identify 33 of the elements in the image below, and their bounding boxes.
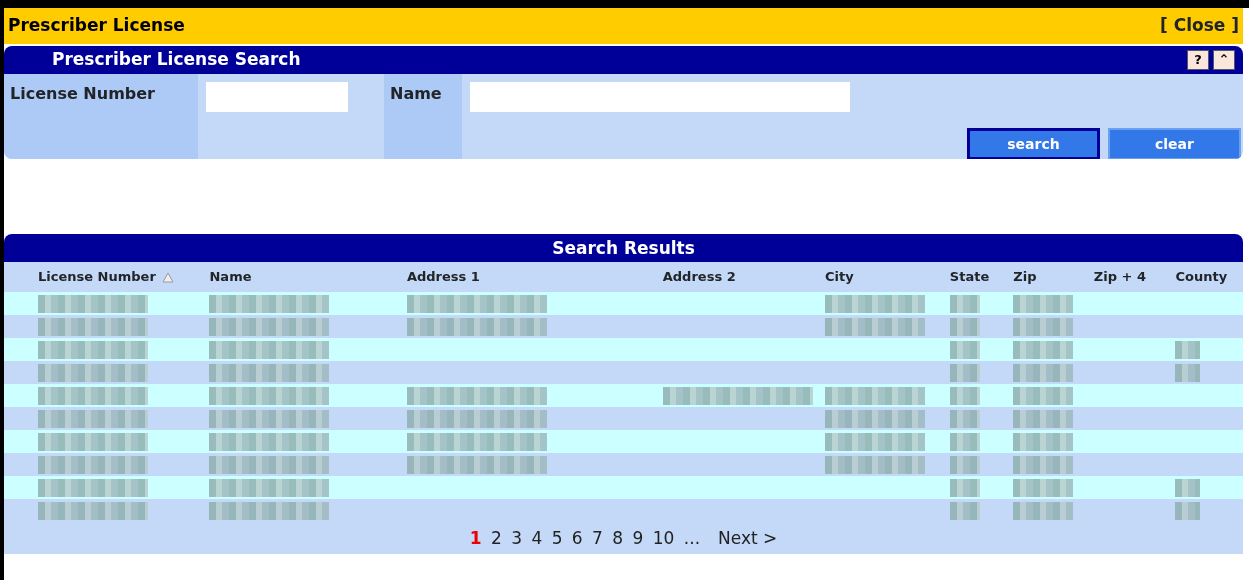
clear-button[interactable]: clear — [1108, 128, 1241, 159]
page-link[interactable]: 3 — [511, 528, 522, 548]
ellipsis-text: ... — [683, 528, 701, 548]
column-header[interactable]: County — [1175, 269, 1228, 285]
column-header[interactable]: License Number — [38, 269, 156, 285]
page-link[interactable]: 7 — [592, 528, 603, 548]
input-field[interactable] — [206, 82, 348, 112]
field-label: Name — [384, 74, 462, 159]
column-header[interactable]: City — [824, 269, 854, 285]
page-link[interactable]: 9 — [632, 528, 644, 548]
sort-ascending-icon[interactable] — [161, 272, 174, 284]
help-button[interactable]: ? — [1187, 50, 1209, 70]
results-title: Search Results — [4, 234, 1243, 262]
page-link[interactable]: 2 — [490, 528, 502, 548]
column-header[interactable]: Address 2 — [662, 269, 736, 285]
column-header[interactable]: Zip — [1013, 269, 1037, 285]
collapse-button[interactable]: ⌃ — [1213, 50, 1235, 70]
column-header[interactable]: State — [949, 269, 990, 285]
search-button[interactable]: search — [967, 128, 1100, 159]
column-header[interactable]: Address 1 — [406, 269, 480, 285]
page-link[interactable]: 8 — [612, 528, 624, 548]
panel-title: Prescriber License Search — [52, 48, 301, 72]
close-link[interactable]: [ Close ] — [1160, 13, 1239, 39]
input-field[interactable] — [470, 82, 850, 112]
page-link[interactable]: 6 — [571, 528, 583, 548]
page-link[interactable]: 10 — [652, 528, 675, 548]
column-header[interactable]: Name — [209, 269, 252, 285]
page-link[interactable]: 5 — [551, 528, 563, 548]
next-link[interactable]: Next > — [718, 528, 778, 548]
column-header[interactable]: Zip + 4 — [1093, 269, 1147, 285]
page-link[interactable]: 4 — [531, 528, 543, 548]
field-label: License Number — [4, 74, 198, 159]
window-title: Prescriber License — [8, 14, 185, 38]
